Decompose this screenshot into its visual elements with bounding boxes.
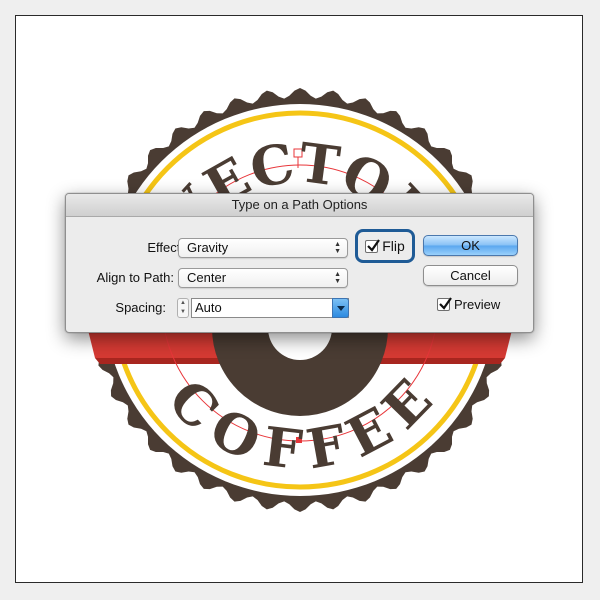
dialog-title: Type on a Path Options — [66, 194, 533, 217]
cancel-button[interactable]: Cancel — [423, 265, 518, 286]
flip-label: Flip — [382, 238, 405, 254]
ok-button[interactable]: OK — [423, 235, 518, 256]
effect-dropdown[interactable]: Gravity ▲ ▼ — [178, 238, 348, 258]
type-on-path-options-dialog: Type on a Path Options Effect: Gravity ▲… — [65, 193, 534, 333]
preview-option[interactable]: Preview — [437, 297, 500, 312]
effect-value: Gravity — [187, 240, 229, 255]
updown-arrows-icon: ▲ ▼ — [334, 271, 341, 285]
checkmark-icon — [367, 238, 381, 252]
spacing-value: Auto — [195, 300, 222, 315]
align-value: Center — [187, 270, 227, 285]
effect-label: Effect: — [147, 240, 184, 255]
stepper-down-icon[interactable]: ▼ — [178, 308, 188, 317]
spacing-stepper[interactable]: ▲ ▼ — [177, 298, 189, 318]
checkmark-icon — [439, 297, 452, 310]
spacing-label: Spacing: — [115, 300, 166, 315]
updown-arrows-icon: ▲ ▼ — [334, 241, 341, 255]
spacing-combobox[interactable]: Auto — [191, 298, 349, 318]
flip-checkbox-highlight[interactable]: Flip — [355, 229, 415, 263]
align-dropdown[interactable]: Center ▲ ▼ — [178, 268, 348, 288]
dropdown-arrow-icon[interactable] — [332, 298, 349, 318]
flip-checkbox[interactable] — [365, 238, 381, 253]
stepper-up-icon[interactable]: ▲ — [178, 299, 188, 308]
preview-label: Preview — [454, 297, 501, 312]
align-label: Align to Path: — [96, 270, 174, 285]
preview-checkbox[interactable] — [437, 297, 452, 311]
